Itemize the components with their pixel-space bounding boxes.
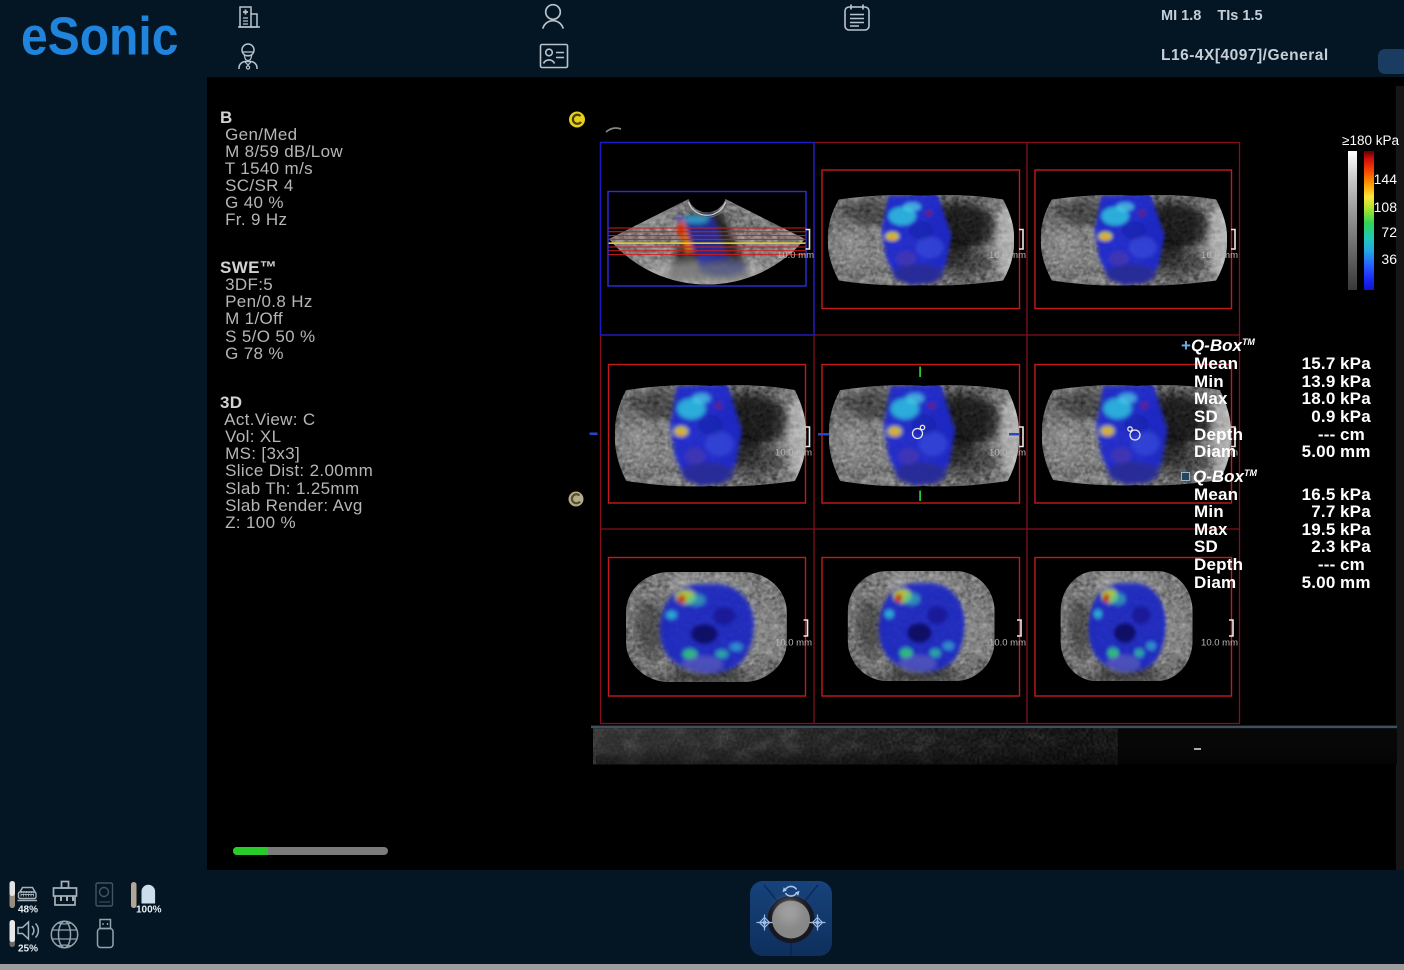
- svg-text:25%: 25%: [18, 944, 38, 955]
- svg-text:10.0 mm: 10.0 mm: [1201, 250, 1238, 261]
- svg-text:10.0 mm: 10.0 mm: [775, 448, 812, 459]
- svg-text:10.0 mm: 10.0 mm: [1201, 638, 1238, 649]
- svg-text:10.0 mm: 10.0 mm: [777, 250, 814, 261]
- svg-text:48%: 48%: [18, 905, 38, 916]
- svg-text:10.0 mm: 10.0 mm: [989, 250, 1026, 261]
- svg-text:100%: 100%: [136, 905, 162, 916]
- svg-text:10.0 mm: 10.0 mm: [775, 638, 812, 649]
- svg-text:10.0 mm: 10.0 mm: [989, 448, 1026, 459]
- svg-text:10.0 mm: 10.0 mm: [989, 638, 1026, 649]
